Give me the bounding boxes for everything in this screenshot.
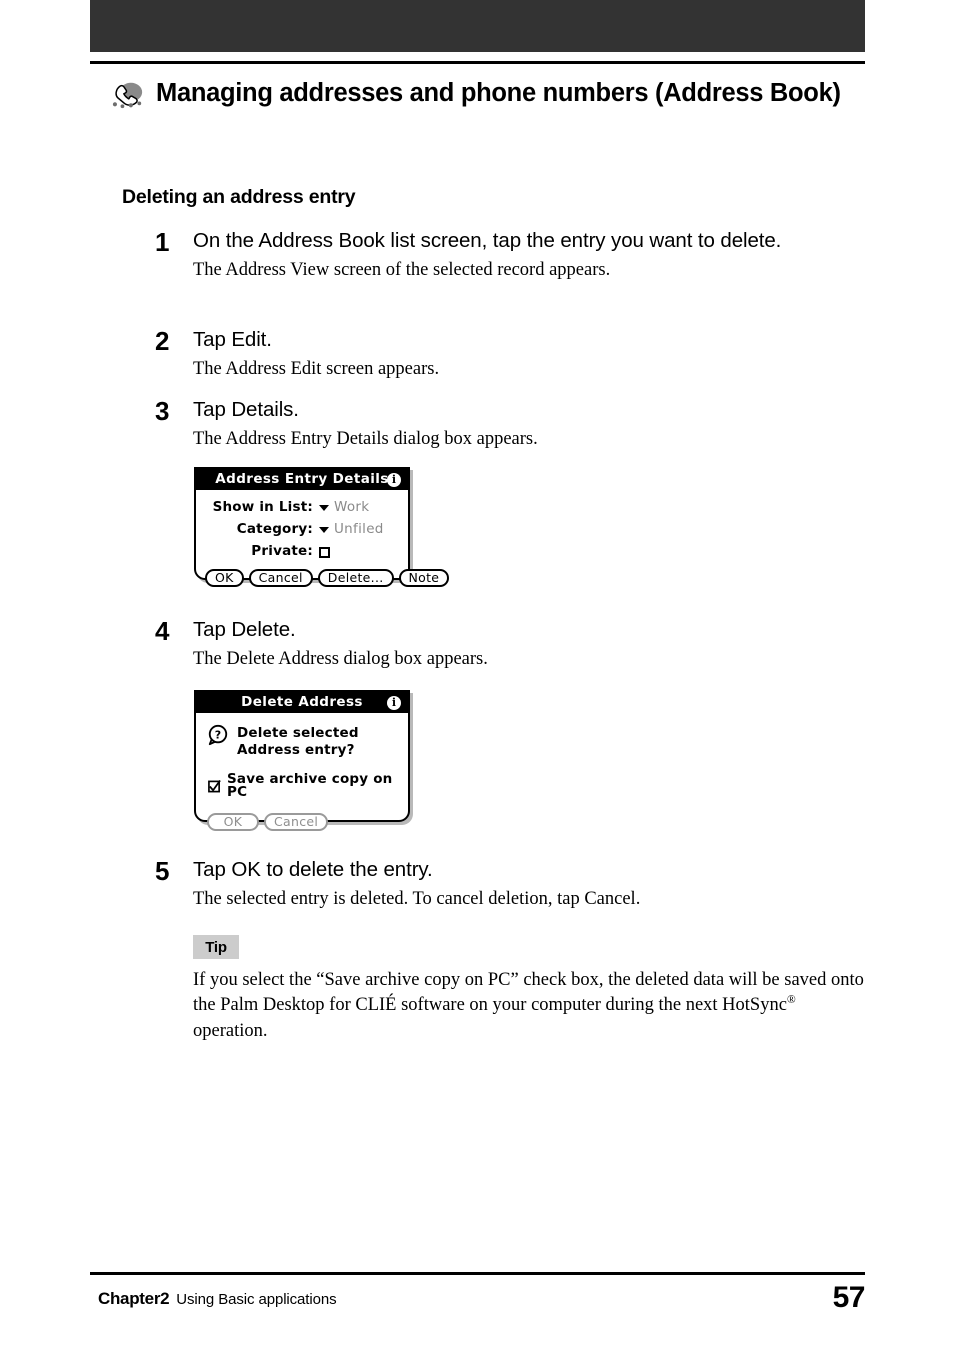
dialog-body: ? Delete selected Address entry? Save ar… [196, 713, 408, 839]
footer-caption: Chapter2 Using Basic applications [98, 1289, 337, 1309]
step-description: The Address View screen of the selected … [193, 260, 611, 281]
step-number: 5 [155, 856, 170, 886]
save-archive-label: Save archive copy on PC [227, 770, 393, 801]
question-mark-icon: ? [208, 724, 228, 746]
step-title: Tap Details. [193, 398, 299, 421]
address-book-phone-icon [112, 82, 143, 109]
confirm-message: ? Delete selected Address entry? [205, 724, 399, 759]
confirm-line-1: Delete selected [237, 725, 359, 741]
field-value: Unfiled [334, 521, 384, 538]
page-top-band [90, 0, 865, 52]
step-item: 3 Tap Details. The Address Entry Details… [155, 397, 875, 451]
chapter-heading: Managing addresses and phone numbers (Ad… [110, 74, 910, 114]
chapter-heading-title: Managing addresses and phone numbers (Ad… [156, 79, 841, 108]
tip-text-part2: operation. [193, 1020, 268, 1041]
step-number: 4 [155, 616, 170, 646]
registered-mark: ® [786, 994, 796, 1007]
dialog-body: Show in List: Work Category: Unfiled Pri… [196, 490, 450, 595]
address-entry-details-dialog: Address Entry Details i Show in List: Wo… [194, 467, 450, 587]
field-label: Private: [251, 543, 313, 560]
footer-chapter: Chapter2 [98, 1289, 170, 1308]
field-show-in-list[interactable]: Show in List: Work [205, 498, 399, 518]
step-item: 4 Tap Delete. The Delete Address dialog … [155, 617, 875, 671]
field-value: Work [334, 499, 370, 516]
step-item: 2 Tap Edit. The Address Edit screen appe… [155, 327, 875, 381]
footer-rule [90, 1272, 865, 1275]
step-description: The Delete Address dialog box appears. [193, 649, 488, 670]
field-label: Category: [236, 521, 313, 538]
page-top-rule [90, 61, 865, 64]
ok-button[interactable]: OK [207, 812, 259, 831]
dialog-title: Delete Address [241, 693, 363, 710]
save-archive-checkbox[interactable] [208, 779, 221, 793]
step-title: On the Address Book list screen, tap the… [193, 229, 782, 252]
save-archive-row[interactable]: Save archive copy on PC [208, 770, 399, 801]
info-icon[interactable]: i [387, 472, 401, 487]
step-item: 1 On the Address Book list screen, tap t… [155, 228, 875, 282]
section-heading: Deleting an address entry [122, 186, 356, 208]
confirm-line-2: Address entry? [237, 741, 355, 758]
field-label: Show in List: [212, 499, 313, 516]
tip-text-part1: If you select the “Save archive copy on … [193, 970, 864, 1016]
chevron-down-icon[interactable] [319, 505, 329, 511]
dialog-titlebar: Delete Address i [196, 692, 408, 713]
tip-text: If you select the “Save archive copy on … [193, 968, 865, 1044]
tip-badge: Tip [193, 935, 239, 959]
delete-button[interactable]: Delete... [317, 569, 394, 587]
field-private[interactable]: Private: [205, 542, 399, 562]
private-checkbox[interactable] [319, 546, 330, 558]
step-description: The selected entry is deleted. To cancel… [193, 889, 641, 910]
step-number: 2 [155, 326, 170, 356]
step-description: The Address Edit screen appears. [193, 359, 440, 380]
footer-subtitle: Using Basic applications [176, 1291, 337, 1308]
ok-button[interactable]: OK [205, 569, 244, 587]
dialog-title: Address Entry Details [215, 470, 389, 487]
step-title: Tap OK to delete the entry. [193, 858, 433, 881]
note-button[interactable]: Note [398, 569, 450, 587]
cancel-button[interactable]: Cancel [248, 569, 313, 587]
dialog-button-row: OK Cancel [207, 812, 399, 831]
dialog-titlebar: Address Entry Details i [196, 469, 408, 490]
step-number: 3 [155, 396, 170, 426]
svg-text:?: ? [215, 729, 221, 742]
step-number: 1 [155, 227, 170, 257]
cancel-button[interactable]: Cancel [264, 812, 329, 831]
chevron-down-icon[interactable] [319, 527, 329, 533]
page-number: 57 [832, 1281, 866, 1314]
confirm-text: Delete selected Address entry? [237, 724, 359, 759]
info-icon[interactable]: i [387, 695, 401, 710]
step-item: 5 Tap OK to delete the entry. The select… [155, 857, 875, 911]
step-title: Tap Delete. [193, 618, 296, 641]
step-description: The Address Entry Details dialog box app… [193, 429, 538, 450]
dialog-button-row: OK Cancel Delete... Note [205, 569, 450, 587]
delete-address-dialog: Delete Address i ? Delete selected Addre… [194, 690, 410, 831]
field-category[interactable]: Category: Unfiled [205, 520, 399, 540]
step-title: Tap Edit. [193, 328, 272, 351]
